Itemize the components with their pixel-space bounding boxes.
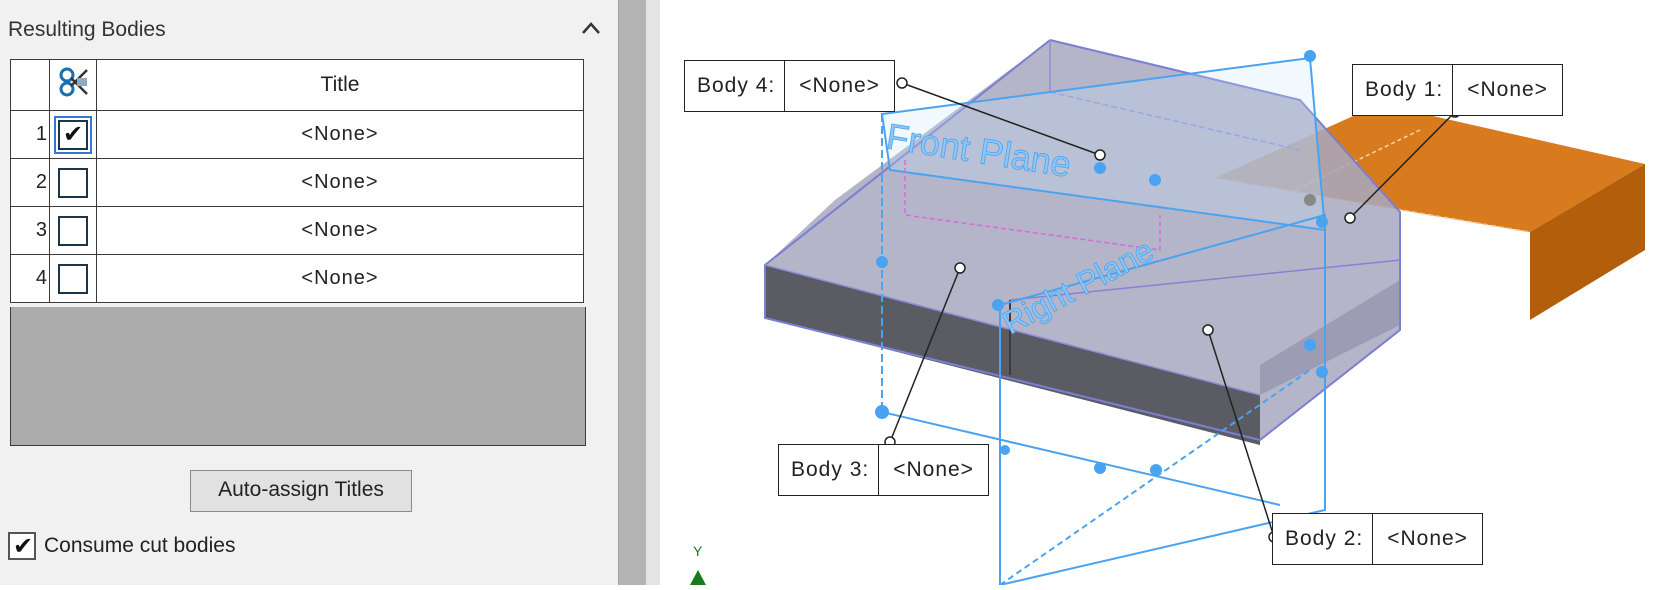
consume-cut-bodies-option[interactable]: Consume cut bodies xyxy=(8,532,236,561)
row-number: 1 xyxy=(10,110,50,159)
callout-value[interactable]: <None> xyxy=(785,61,894,111)
auto-assign-titles-button[interactable]: Auto-assign Titles xyxy=(190,470,412,512)
collapse-chevron-icon[interactable] xyxy=(578,16,604,42)
body-3-callout[interactable]: Body 3: <None> xyxy=(778,444,989,496)
table-empty-area xyxy=(10,307,586,446)
body-select-column-header[interactable] xyxy=(49,59,97,111)
table-row[interactable]: 3 <None> xyxy=(10,206,584,255)
callout-label: Body 4: xyxy=(685,61,786,111)
body-checkbox[interactable] xyxy=(58,167,88,198)
table-row[interactable]: 1 <None> xyxy=(10,110,584,159)
table-row[interactable]: 4 <None> xyxy=(10,254,584,303)
section-heading: Resulting Bodies xyxy=(8,18,166,41)
callout-value[interactable]: <None> xyxy=(1373,514,1482,564)
row-number-header xyxy=(10,59,50,111)
title-column-header: Title xyxy=(96,59,584,111)
row-number: 2 xyxy=(10,158,50,207)
panel-scrollbar[interactable] xyxy=(618,0,647,585)
callout-label: Body 1: xyxy=(1353,65,1454,115)
body-checkbox[interactable] xyxy=(58,263,88,294)
callout-value[interactable]: <None> xyxy=(879,445,988,495)
callout-label: Body 2: xyxy=(1273,514,1374,564)
body-title-cell[interactable]: <None> xyxy=(96,110,584,159)
graphics-viewport[interactable]: Front Plane Right Plane Y Body 4: <None>… xyxy=(660,0,1668,587)
cut-bodies-icon xyxy=(59,67,88,97)
row-number: 3 xyxy=(10,206,50,255)
body-title-cell[interactable]: <None> xyxy=(96,206,584,255)
consume-cut-bodies-label: Consume cut bodies xyxy=(44,534,236,557)
callout-label: Body 3: xyxy=(779,445,880,495)
y-axis-arrow-icon xyxy=(690,570,706,585)
table-row[interactable]: 2 <None> xyxy=(10,158,584,207)
body-title-cell[interactable]: <None> xyxy=(96,254,584,303)
row-number: 4 xyxy=(10,254,50,303)
resulting-bodies-table: Title 1 <None> 2 <None> 3 <None> 4 <None… xyxy=(10,59,584,303)
consume-cut-bodies-checkbox[interactable] xyxy=(8,532,36,561)
y-axis-label: Y xyxy=(693,543,703,559)
body-checkbox[interactable] xyxy=(58,215,88,246)
body-4-callout[interactable]: Body 4: <None> xyxy=(684,60,895,112)
callout-value[interactable]: <None> xyxy=(1453,65,1562,115)
body-title-cell[interactable]: <None> xyxy=(96,158,584,207)
body-1-callout[interactable]: Body 1: <None> xyxy=(1352,64,1563,116)
body-2-callout[interactable]: Body 2: <None> xyxy=(1272,513,1483,565)
body-checkbox[interactable] xyxy=(54,115,92,154)
property-manager-panel: Resulting Bodies Title 1 <None> 2 xyxy=(0,0,618,585)
table-header-row: Title xyxy=(10,59,584,111)
